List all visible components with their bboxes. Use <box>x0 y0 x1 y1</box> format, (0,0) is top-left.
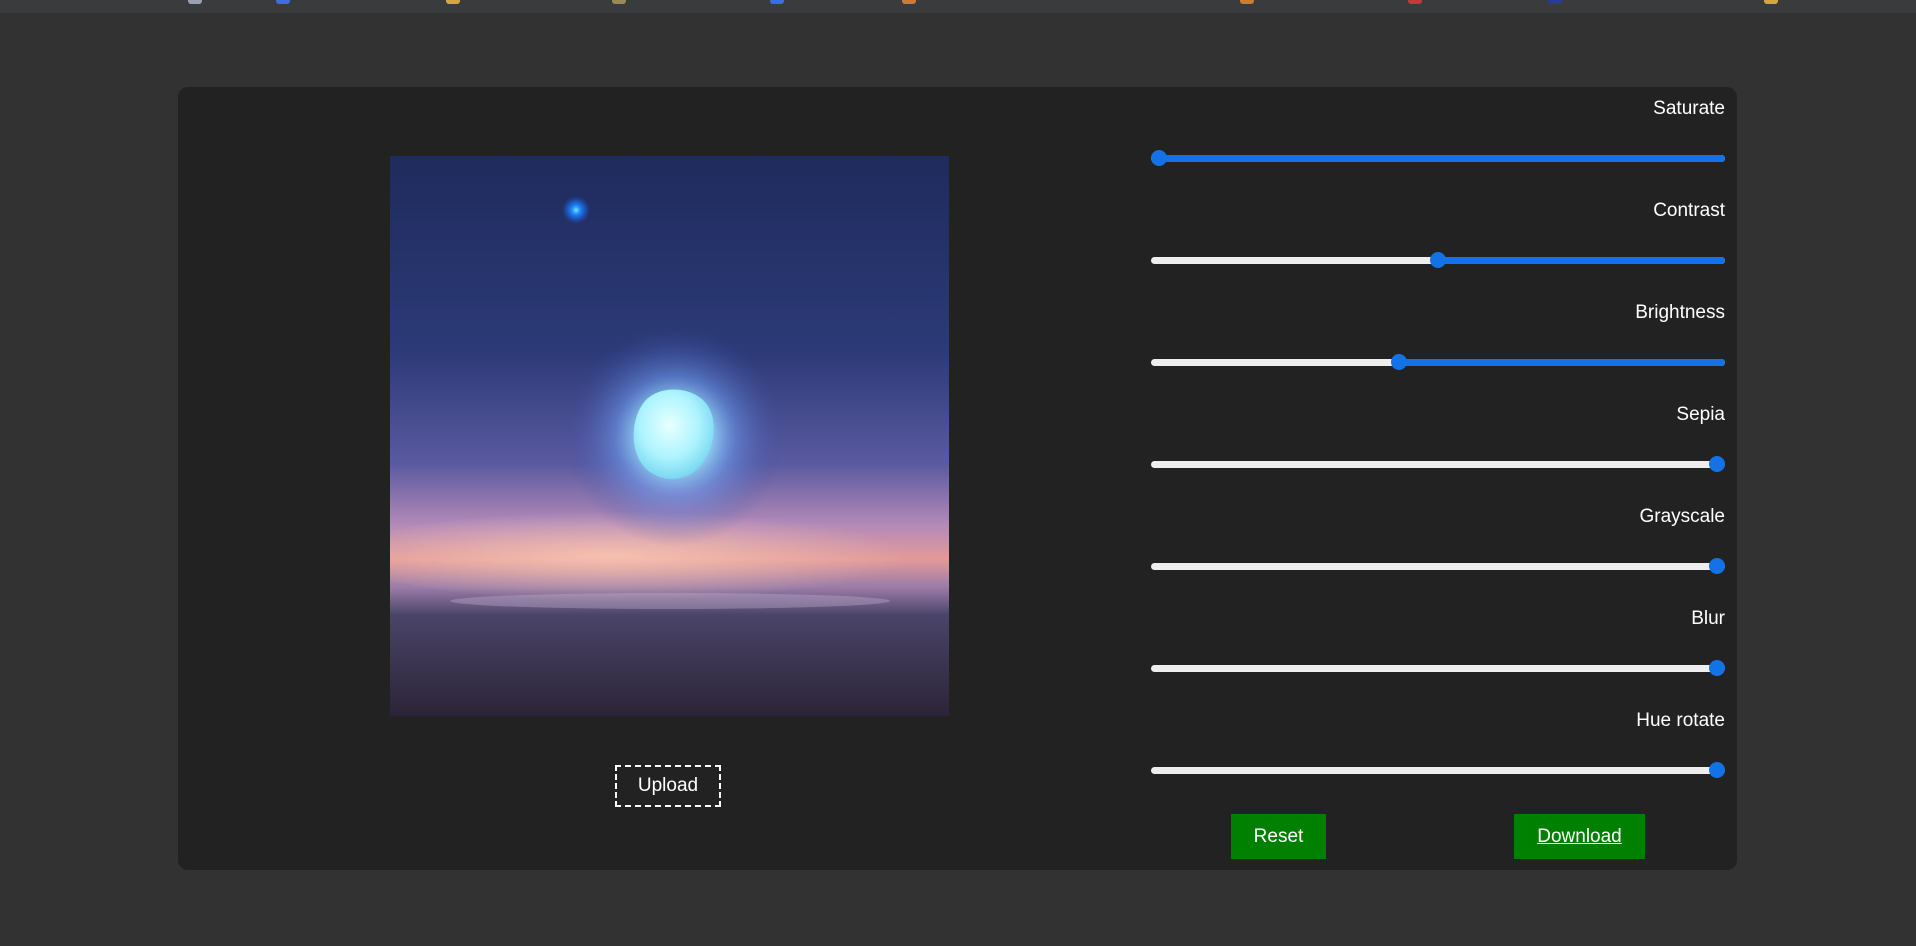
bookmark-icon[interactable] <box>446 0 460 4</box>
download-button[interactable]: Download <box>1514 814 1645 859</box>
grayscale-slider[interactable] <box>1151 556 1725 576</box>
browser-bookmarks-bar <box>0 0 1916 13</box>
slider-thumb[interactable] <box>1151 150 1167 166</box>
slider-thumb[interactable] <box>1709 456 1725 472</box>
sepia-slider[interactable] <box>1151 454 1725 474</box>
slider-track <box>1151 563 1725 570</box>
blur-label: Blur <box>1691 608 1725 629</box>
brightness-label: Brightness <box>1635 302 1725 323</box>
brightness-slider[interactable] <box>1151 352 1725 372</box>
image-preview <box>390 156 949 716</box>
bookmark-icon[interactable] <box>612 0 626 4</box>
slider-thumb[interactable] <box>1709 762 1725 778</box>
slider-track <box>1151 665 1725 672</box>
slider-fill <box>1438 257 1725 264</box>
saturate-label: Saturate <box>1653 98 1725 119</box>
slider-thumb[interactable] <box>1709 558 1725 574</box>
blur-slider[interactable] <box>1151 658 1725 678</box>
bookmark-icon[interactable] <box>902 0 916 4</box>
bookmark-icon[interactable] <box>1240 0 1254 4</box>
bookmark-icon[interactable] <box>188 0 202 4</box>
bookmark-icon[interactable] <box>1408 0 1422 4</box>
contrast-label: Contrast <box>1653 200 1725 221</box>
grayscale-label: Grayscale <box>1639 506 1725 527</box>
slider-thumb[interactable] <box>1709 660 1725 676</box>
slider-thumb[interactable] <box>1390 354 1407 370</box>
contrast-slider[interactable] <box>1151 250 1725 270</box>
reset-button[interactable]: Reset <box>1231 814 1326 859</box>
slider-thumb[interactable] <box>1430 252 1446 268</box>
hue-rotate-slider[interactable] <box>1151 760 1725 780</box>
hue-rotate-label: Hue rotate <box>1636 710 1725 731</box>
slider-fill <box>1398 359 1725 366</box>
night-sky-image <box>390 156 949 716</box>
bookmark-icon[interactable] <box>1548 0 1562 4</box>
slider-track <box>1151 767 1725 774</box>
upload-button[interactable]: Upload <box>615 765 721 807</box>
slider-fill <box>1159 155 1725 162</box>
bookmark-icon[interactable] <box>276 0 290 4</box>
sepia-label: Sepia <box>1676 404 1725 425</box>
bookmark-icon[interactable] <box>770 0 784 4</box>
bookmark-icon[interactable] <box>1764 0 1778 4</box>
saturate-slider[interactable] <box>1151 148 1725 168</box>
slider-track <box>1151 461 1725 468</box>
